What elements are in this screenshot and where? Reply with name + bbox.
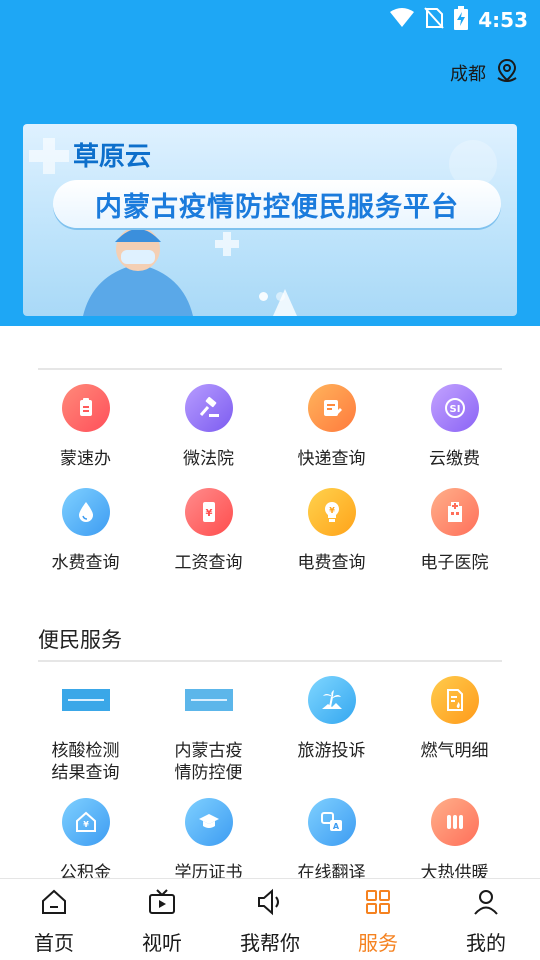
thumbnail-image: [184, 689, 233, 711]
tab-label: 服务: [358, 931, 398, 955]
tab-video[interactable]: 视听: [108, 879, 216, 960]
clipboard-icon: [61, 384, 110, 432]
lightbulb-yen-icon: ¥: [307, 488, 356, 536]
phone-yen-icon: ¥: [184, 488, 233, 536]
bottom-tab-bar: 首页 视听 我帮你 服务 我的: [0, 878, 540, 960]
location-selector[interactable]: 成都: [450, 58, 520, 88]
service-meng-su-ban[interactable]: 蒙速办: [24, 384, 147, 470]
convenience-grid: 核酸检测 结果查询 内蒙古疫 情防控便 旅游投诉 燃气明细 ¥ 公积金 学历证书…: [24, 676, 516, 884]
wifi-icon: [390, 8, 415, 32]
city-name: 成都: [450, 64, 486, 85]
home-icon: [39, 887, 69, 921]
service-label: 微法院: [183, 449, 234, 469]
thumbnail-image: [61, 689, 110, 711]
tab-label: 我的: [466, 931, 506, 955]
banner-brand: 草原云: [73, 142, 152, 172]
service-label: 电费查询: [297, 553, 366, 573]
user-icon: [471, 887, 501, 921]
tab-label: 首页: [34, 931, 74, 955]
status-time: 4:53: [478, 8, 528, 32]
service-label: 内蒙古疫 情防控便: [174, 741, 243, 783]
top-services-grid: 蒙速办 微法院 快递查询 SI 云缴费 水费查询 ¥ 工资查询 ¥ 电费查询 电…: [24, 384, 516, 574]
water-drop-icon: [61, 488, 110, 536]
speaker-icon: [255, 887, 285, 921]
service-kuai-di[interactable]: 快递查询: [270, 384, 393, 470]
tab-home[interactable]: 首页: [0, 879, 108, 960]
service-gong-nuan[interactable]: 大热供暖: [393, 798, 516, 884]
palm-tree-icon: [307, 676, 356, 724]
tv-icon: [147, 887, 177, 921]
divider: [38, 368, 502, 370]
banner-dot-active: [259, 292, 268, 301]
location-pin-icon: [494, 58, 520, 88]
hospital-icon: [430, 488, 479, 536]
tab-label: 视听: [142, 931, 182, 955]
service-dian-zi-yi-yuan[interactable]: 电子医院: [393, 488, 516, 574]
svg-text:¥: ¥: [329, 506, 335, 515]
service-label: 工资查询: [174, 553, 243, 573]
service-zai-xian-fan-yi[interactable]: A 在线翻译: [270, 798, 393, 884]
banner-title: 内蒙古疫情防控便民服务平台: [95, 191, 459, 223]
service-label: 快递查询: [297, 449, 366, 469]
grid-icon: [363, 887, 393, 921]
divider: [38, 660, 502, 662]
service-label: 蒙速办: [60, 449, 111, 469]
tab-mine[interactable]: 我的: [432, 879, 540, 960]
battery-charging-icon: [454, 6, 469, 34]
services-content: 蒙速办 微法院 快递查询 SI 云缴费 水费查询 ¥ 工资查询 ¥ 电费查询 电…: [0, 326, 540, 883]
service-xue-li[interactable]: 学历证书: [147, 798, 270, 884]
service-he-suan[interactable]: 核酸检测 结果查询: [24, 676, 147, 784]
service-label: 云缴费: [429, 449, 480, 469]
service-gong-zi[interactable]: ¥ 工资查询: [147, 488, 270, 574]
svg-text:A: A: [332, 822, 339, 831]
no-sim-icon: [424, 7, 444, 33]
promo-banner[interactable]: 草原云 内蒙古疫情防控便民服务平台: [23, 124, 517, 316]
gas-bill-icon: [430, 676, 479, 724]
graduation-cap-icon: [184, 798, 233, 846]
gavel-icon: [184, 384, 233, 432]
tab-help[interactable]: 我帮你: [216, 879, 324, 960]
service-label: 电子医院: [420, 553, 489, 573]
service-label: 燃气明细: [420, 741, 489, 761]
banner-title-box: 内蒙古疫情防控便民服务平台: [53, 180, 501, 228]
service-shui-fei[interactable]: 水费查询: [24, 488, 147, 574]
si-badge-icon: SI: [430, 384, 479, 432]
service-label: 水费查询: [51, 553, 120, 573]
banner-dot: [276, 292, 285, 301]
service-dian-fei[interactable]: ¥ 电费查询: [270, 488, 393, 574]
service-label: 旅游投诉: [297, 741, 366, 761]
svg-text:¥: ¥: [205, 508, 212, 519]
service-lv-you-tou-su[interactable]: 旅游投诉: [270, 676, 393, 784]
status-bar: 4:53: [0, 0, 540, 36]
section-title-convenience: 便民服务: [38, 628, 122, 652]
translate-icon: A: [307, 798, 356, 846]
tab-label: 我帮你: [240, 931, 300, 955]
banner-pagination: [259, 292, 285, 301]
service-ran-qi[interactable]: 燃气明细: [393, 676, 516, 784]
service-yun-jiao-fei[interactable]: SI 云缴费: [393, 384, 516, 470]
house-yen-icon: ¥: [61, 798, 110, 846]
svg-text:¥: ¥: [83, 820, 89, 829]
svg-text:SI: SI: [449, 404, 460, 415]
radiator-icon: [430, 798, 479, 846]
tab-services[interactable]: 服务: [324, 879, 432, 960]
service-wei-fa-yuan[interactable]: 微法院: [147, 384, 270, 470]
package-note-icon: [307, 384, 356, 432]
service-nei-meng-gu-yi-qing[interactable]: 内蒙古疫 情防控便: [147, 676, 270, 784]
service-gong-ji-jin[interactable]: ¥ 公积金: [24, 798, 147, 884]
service-label: 核酸检测 结果查询: [51, 741, 120, 783]
